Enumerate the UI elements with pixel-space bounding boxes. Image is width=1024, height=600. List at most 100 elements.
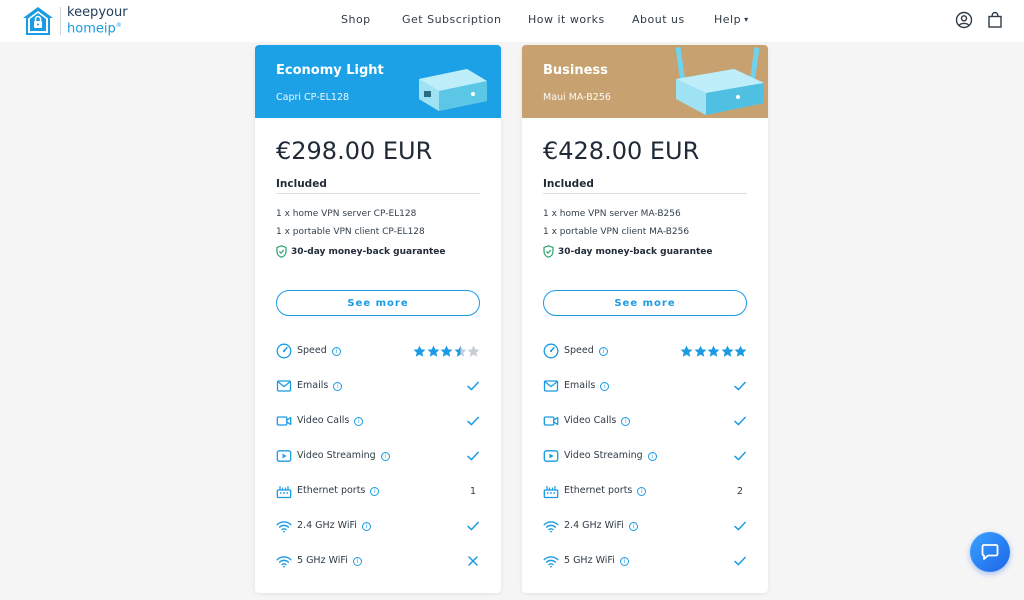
info-icon[interactable]: i <box>354 417 364 426</box>
feature-value <box>466 447 480 465</box>
nav-how-it-works[interactable]: How it works <box>528 13 605 26</box>
feature-label-text: Video Streaming <box>297 450 376 461</box>
shopping-bag-icon[interactable] <box>986 11 1004 29</box>
feature-row-speed: Speed i <box>276 342 480 360</box>
info-icon[interactable]: i <box>331 347 341 356</box>
see-more-button[interactable]: See more <box>276 290 480 316</box>
shield-check-icon <box>276 245 287 258</box>
feature-label: Video Calls i <box>564 415 631 426</box>
included-heading: Included <box>543 178 594 190</box>
feature-label: Video Calls i <box>297 415 364 426</box>
see-more-button[interactable]: See more <box>543 290 747 316</box>
info-icon[interactable]: i <box>637 487 647 496</box>
shield-check-icon <box>543 245 554 258</box>
wifi-icon <box>543 521 559 533</box>
plan-model: Capri CP-EL128 <box>276 92 350 103</box>
star-icon <box>413 345 426 357</box>
info-icon[interactable]: i <box>370 487 380 496</box>
divider <box>276 193 480 194</box>
feature-label-text: Speed <box>564 345 594 356</box>
main-nav: Shop Get Subscription How it works About… <box>0 13 1024 29</box>
ethernet-port-count: 2 <box>736 485 743 497</box>
feature-label: Speed i <box>564 345 608 356</box>
plan-price: €298.00 EUR <box>276 137 433 165</box>
feature-label-text: Video Calls <box>564 415 617 426</box>
feature-value <box>466 552 480 570</box>
feature-label-text: Video Calls <box>297 415 350 426</box>
video-camera-icon <box>276 416 292 426</box>
check-icon <box>734 381 746 391</box>
star-icon <box>427 345 439 357</box>
speedometer-icon <box>543 343 559 359</box>
star-icon <box>694 345 706 357</box>
star-icon <box>721 345 733 357</box>
included-item: 1 x home VPN server CP-EL128 <box>276 209 417 219</box>
feature-value <box>680 342 748 360</box>
plan-header: Business Maui MA-B256 <box>522 45 768 118</box>
plan-card-economy-light: Economy Light Capri CP-EL128 €298.00 EUR… <box>255 45 501 593</box>
star-icon <box>454 345 466 357</box>
speedometer-icon <box>276 343 292 359</box>
video-streaming-icon <box>276 450 292 462</box>
feature-value <box>733 552 747 570</box>
divider <box>543 193 747 194</box>
email-icon <box>276 380 292 392</box>
info-icon[interactable]: i <box>352 557 362 566</box>
included-item: 1 x portable VPN client CP-EL128 <box>276 227 425 237</box>
info-icon[interactable]: i <box>600 382 610 391</box>
check-icon <box>467 451 479 461</box>
info-icon[interactable]: i <box>621 417 631 426</box>
included-item: 1 x home VPN server MA-B256 <box>543 209 681 219</box>
nav-help-label: Help <box>714 13 742 26</box>
account-icon[interactable] <box>955 11 973 29</box>
feature-label: Speed i <box>297 345 341 356</box>
star-icon <box>440 345 453 357</box>
feature-label: Emails i <box>564 380 610 391</box>
info-icon[interactable]: i <box>333 382 343 391</box>
feature-label: 2.4 GHz WiFi i <box>564 520 638 531</box>
feature-label-text: 5 GHz WiFi <box>564 555 615 566</box>
feature-value <box>733 447 747 465</box>
feature-row-2-4-ghz-wifi: 2.4 GHz WiFi i <box>543 517 747 535</box>
feature-value <box>733 412 747 430</box>
feature-row-video-streaming: Video Streaming i <box>276 447 480 465</box>
feature-row-speed: Speed i <box>543 342 747 360</box>
nav-help[interactable]: Help ▾ <box>714 13 749 26</box>
feature-row-5-ghz-wifi: 5 GHz WiFi i <box>276 552 480 570</box>
included-item: 1 x portable VPN client MA-B256 <box>543 227 690 237</box>
cross-icon <box>468 556 478 566</box>
video-camera-icon <box>543 416 559 426</box>
star-icon <box>734 345 747 357</box>
info-icon[interactable]: i <box>628 522 638 531</box>
feature-label-text: Emails <box>297 380 329 391</box>
wifi-icon <box>543 556 559 568</box>
info-icon[interactable]: i <box>361 522 371 531</box>
feature-label-text: Speed <box>297 345 327 356</box>
feature-value <box>413 342 481 360</box>
check-icon <box>467 521 479 531</box>
video-streaming-icon <box>543 450 559 462</box>
star-icon <box>680 345 693 357</box>
feature-label-text: 5 GHz WiFi <box>297 555 348 566</box>
router-image <box>419 69 487 111</box>
star-icon <box>467 345 480 357</box>
feature-label: 5 GHz WiFi i <box>297 555 362 566</box>
check-icon <box>734 416 746 426</box>
email-icon <box>543 380 559 392</box>
chat-button[interactable] <box>970 532 1010 572</box>
feature-label: Video Streaming i <box>297 450 390 461</box>
guarantee: 30-day money-back guarantee <box>543 245 713 258</box>
feature-label: Emails i <box>297 380 343 391</box>
info-icon[interactable]: i <box>647 452 657 461</box>
nav-get-subscription[interactable]: Get Subscription <box>402 13 501 26</box>
check-icon <box>467 381 479 391</box>
info-icon[interactable]: i <box>598 347 608 356</box>
site-header: keepyour homeip® Shop Get Subscription H… <box>0 0 1024 42</box>
feature-row-ethernet-ports: Ethernet ports i 1 <box>276 482 480 500</box>
chat-bubble-icon <box>981 544 999 560</box>
feature-label-text: Ethernet ports <box>564 485 633 496</box>
nav-shop[interactable]: Shop <box>341 13 371 26</box>
nav-about-us[interactable]: About us <box>632 13 685 26</box>
info-icon[interactable]: i <box>619 557 629 566</box>
info-icon[interactable]: i <box>380 452 390 461</box>
